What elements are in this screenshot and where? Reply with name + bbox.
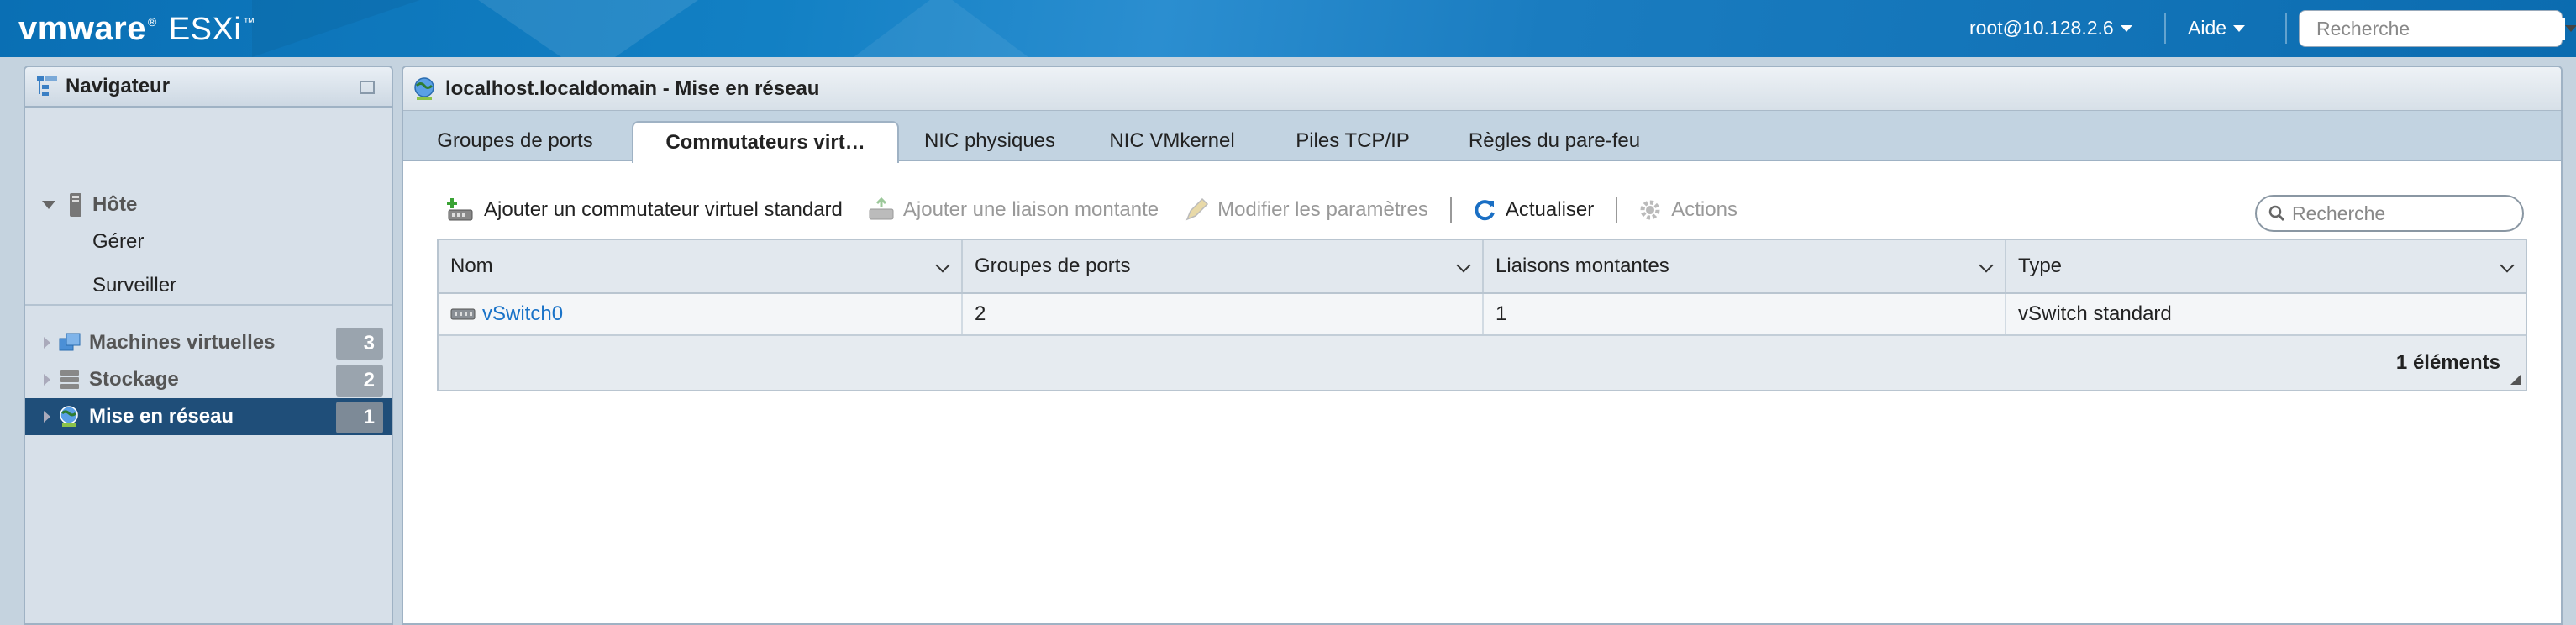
count-badge: 2 xyxy=(336,365,383,397)
table-header: Nom Groupes de ports Liaisons montantes … xyxy=(439,240,2526,294)
nav-item-label: Hôte xyxy=(92,193,138,216)
add-uplink-button[interactable]: Ajouter une liaison montante xyxy=(868,197,1159,223)
refresh-button[interactable]: Actualiser xyxy=(1472,197,1594,223)
top-bar: vmware ® ESXi ™ root@10.128.2.6 Aide xyxy=(0,0,2576,57)
add-standard-switch-button[interactable]: Ajouter un commutateur virtuel standard xyxy=(445,197,843,223)
cell-port-groups: 2 xyxy=(963,294,1484,334)
chevron-down-icon[interactable] xyxy=(935,258,950,273)
header-decoration xyxy=(454,0,723,57)
nav-item-storage[interactable]: Stockage 2 xyxy=(25,361,392,398)
toolbar-label: Actualiser xyxy=(1505,198,1595,221)
globe-network-icon xyxy=(414,76,434,100)
toolbar: Ajouter un commutateur virtuel standard … xyxy=(445,193,1763,227)
toolbar-separator xyxy=(1616,197,1618,223)
count-badge: 3 xyxy=(336,328,383,360)
main-panel: localhost.localdomain - Mise en réseau G… xyxy=(402,66,2563,625)
storage-icon xyxy=(60,370,79,389)
table-footer: 1 éléments xyxy=(439,336,2526,390)
expand-right-icon[interactable] xyxy=(44,411,50,423)
nav-item-label: Stockage xyxy=(89,368,179,391)
tab-virtual-switches[interactable]: Commutateurs virt… xyxy=(632,121,899,163)
toolbar-label: Actions xyxy=(1671,198,1737,221)
chevron-down-icon[interactable] xyxy=(2500,258,2515,273)
nav-item-label: Gérer xyxy=(92,230,145,253)
chevron-down-icon[interactable] xyxy=(1979,258,1994,273)
virtual-switch-icon xyxy=(450,308,476,320)
refresh-icon xyxy=(1475,200,1495,221)
switch-table: Nom Groupes de ports Liaisons montantes … xyxy=(437,239,2527,391)
resize-handle-icon[interactable] xyxy=(2510,375,2521,385)
host-icon xyxy=(70,193,81,217)
global-search[interactable] xyxy=(2299,10,2576,47)
tab-tcpip-stacks[interactable]: Piles TCP/IP xyxy=(1277,121,1428,161)
tab-bar: Groupes de ports Commutateurs virt… NIC … xyxy=(403,111,2561,163)
table-search-input[interactable] xyxy=(2292,202,2510,225)
add-uplink-icon xyxy=(869,197,894,220)
pencil-icon xyxy=(1185,197,1209,221)
edit-settings-button[interactable]: Modifier les paramètres xyxy=(1184,197,1428,223)
nav-item-host[interactable]: Hôte xyxy=(25,186,392,223)
collapse-panel-icon[interactable] xyxy=(360,81,375,94)
table-row[interactable]: vSwitch0 2 1 vSwitch standard xyxy=(439,294,2526,336)
globe-network-icon xyxy=(60,406,78,427)
caret-down-icon xyxy=(2233,24,2246,32)
search-icon xyxy=(2268,205,2285,222)
chevron-down-icon[interactable] xyxy=(1456,258,1471,273)
tab-port-groups[interactable]: Groupes de ports xyxy=(420,121,610,161)
navigator-header: Navigateur xyxy=(25,67,392,108)
header-decoration xyxy=(840,0,1042,57)
navigator-icon xyxy=(37,76,57,96)
nav-item-label: Surveiller xyxy=(92,274,177,297)
navigator-panel: Navigateur Hôte Gérer Surveiller Machine… xyxy=(24,66,393,625)
cell-uplinks: 1 xyxy=(1484,294,2006,334)
navigator-title: Navigateur xyxy=(66,75,171,97)
toolbar-label: Ajouter une liaison montante xyxy=(902,198,1159,221)
help-label: Aide xyxy=(2188,17,2227,39)
help-menu[interactable]: Aide xyxy=(2188,17,2246,39)
item-count: 1 éléments xyxy=(2395,351,2500,374)
nav-item-virtual-machines[interactable]: Machines virtuelles 3 xyxy=(25,324,392,361)
tab-vmkernel-nics[interactable]: NIC VMkernel xyxy=(1092,121,1252,161)
page-title: localhost.localdomain - Mise en réseau xyxy=(445,76,820,100)
nav-item-manage[interactable]: Gérer xyxy=(25,223,392,260)
nav-item-label: Machines virtuelles xyxy=(89,331,276,354)
gear-icon xyxy=(1640,200,1660,220)
toolbar-separator xyxy=(1449,197,1452,223)
column-header-type[interactable]: Type xyxy=(2006,240,2526,292)
caret-down-icon[interactable] xyxy=(2565,25,2576,32)
tab-firewall-rules[interactable]: Règles du pare-feu xyxy=(1454,121,1655,161)
main-header: localhost.localdomain - Mise en réseau xyxy=(403,67,2561,111)
global-search-input[interactable] xyxy=(2316,17,2565,40)
nav-item-label: Mise en réseau xyxy=(89,405,234,428)
vmware-logo: vmware ® ESXi ™ xyxy=(18,10,255,47)
expand-down-icon[interactable] xyxy=(42,201,55,209)
tab-physical-nics[interactable]: NIC physiques xyxy=(907,121,1072,161)
add-switch-icon xyxy=(447,198,473,221)
actions-button[interactable]: Actions xyxy=(1638,197,1737,223)
nav-item-networking[interactable]: Mise en réseau 1 xyxy=(25,398,392,435)
user-menu[interactable]: root@10.128.2.6 xyxy=(1969,17,2132,39)
header-divider xyxy=(2285,13,2287,44)
cell-type: vSwitch standard xyxy=(2018,302,2172,325)
cell-name: vSwitch0 xyxy=(439,294,963,334)
table-search[interactable] xyxy=(2255,195,2524,232)
header-decoration xyxy=(252,0,420,57)
column-header-port-groups[interactable]: Groupes de ports xyxy=(963,240,1484,292)
caret-down-icon xyxy=(2120,24,2132,32)
virtual-machines-icon xyxy=(59,333,81,351)
column-header-name[interactable]: Nom xyxy=(439,240,963,292)
toolbar-label: Ajouter un commutateur virtuel standard xyxy=(484,198,843,221)
column-header-uplinks[interactable]: Liaisons montantes xyxy=(1484,240,2006,292)
switch-link[interactable]: vSwitch0 xyxy=(482,302,563,326)
toolbar-label: Modifier les paramètres xyxy=(1217,198,1428,221)
expand-right-icon[interactable] xyxy=(44,374,50,386)
nav-item-monitor[interactable]: Surveiller xyxy=(25,267,392,304)
user-label: root@10.128.2.6 xyxy=(1969,17,2114,39)
count-badge: 1 xyxy=(336,402,383,433)
header-divider xyxy=(2164,13,2166,44)
expand-right-icon[interactable] xyxy=(44,337,50,349)
nav-divider xyxy=(25,304,392,306)
